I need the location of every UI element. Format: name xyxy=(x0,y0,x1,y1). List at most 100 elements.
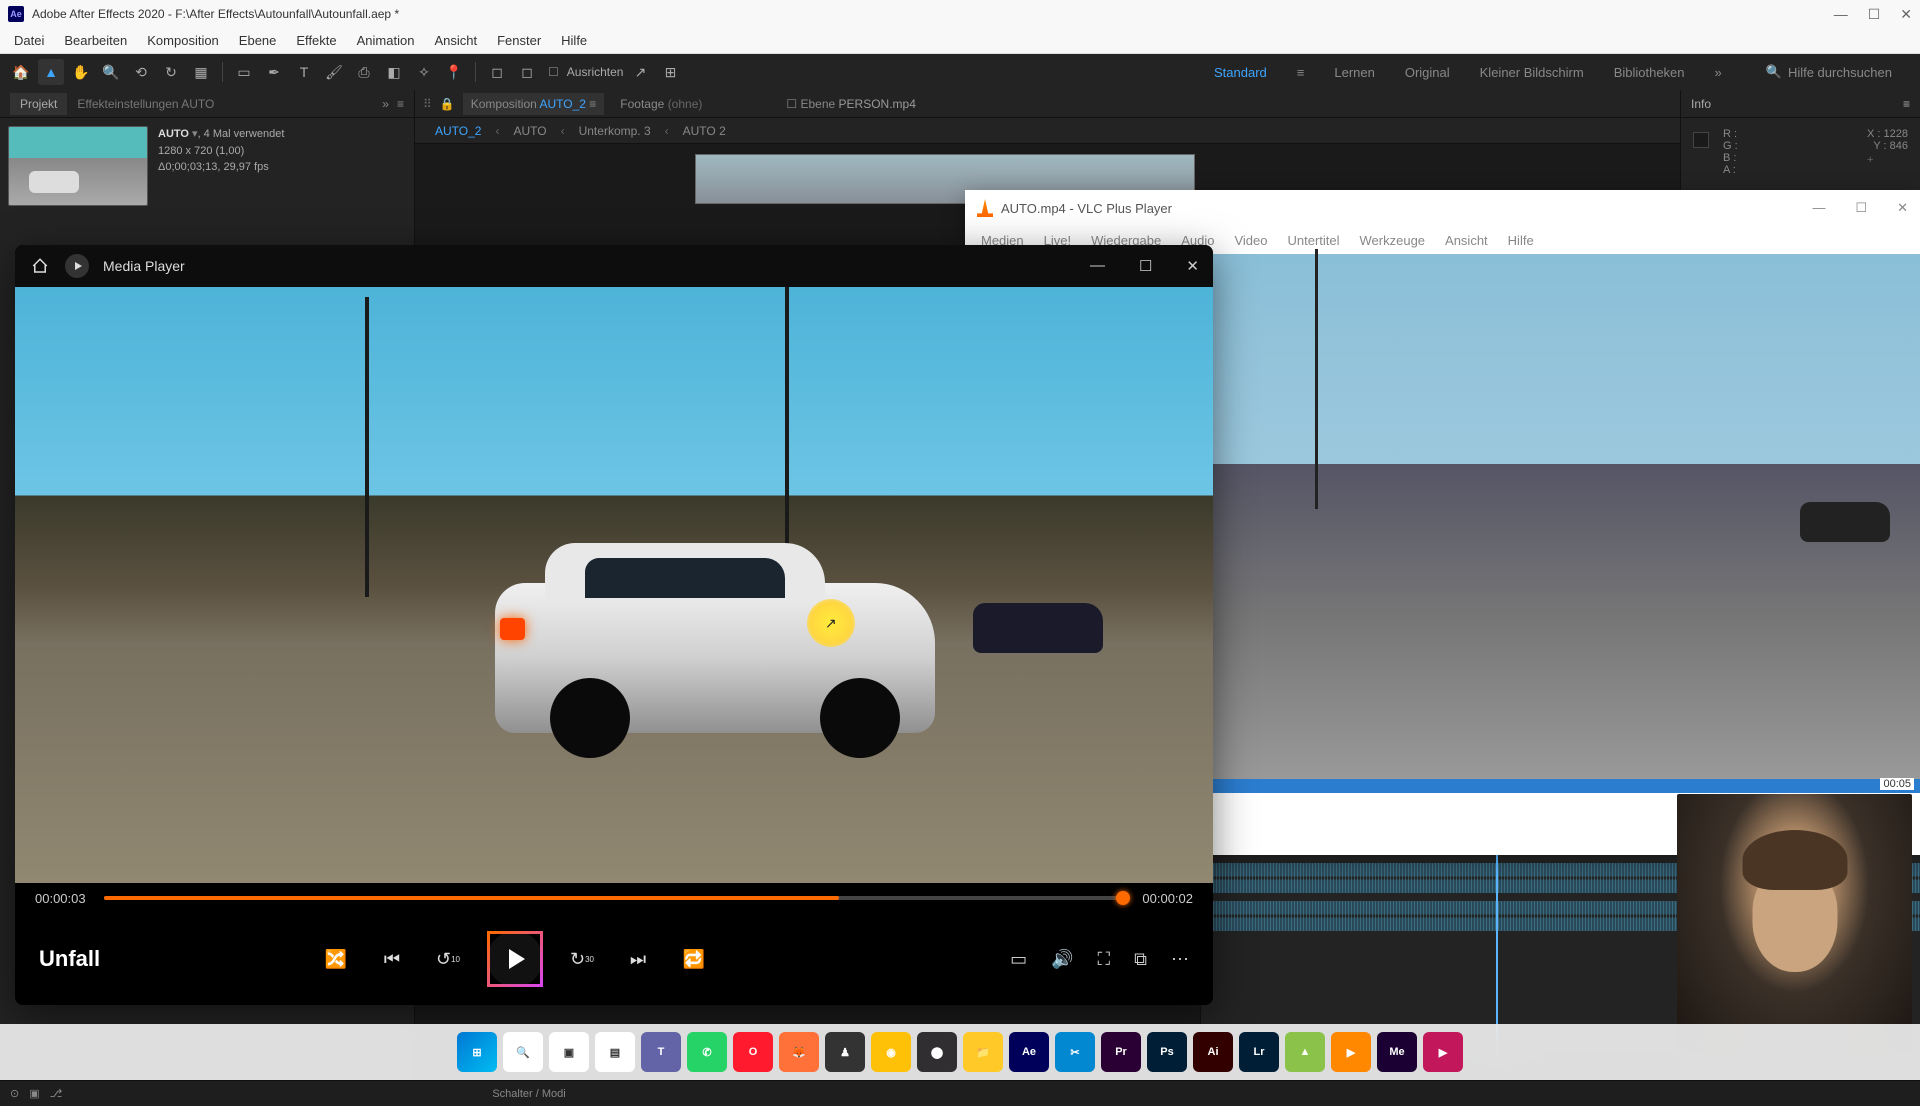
subtitles-button[interactable]: ▭ xyxy=(1010,949,1027,970)
taskbar-whatsapp[interactable]: ✆ xyxy=(687,1032,727,1072)
mp-maximize-button[interactable]: ☐ xyxy=(1139,257,1152,275)
schalter-modi-label[interactable]: Schalter / Modi xyxy=(492,1088,565,1100)
workspace-original[interactable]: Original xyxy=(1405,65,1450,80)
ae-menu-bearbeiten[interactable]: Bearbeiten xyxy=(54,33,137,48)
project-item[interactable]: AUTO ▾, 4 Mal verwendet 1280 x 720 (1,00… xyxy=(0,118,414,214)
workspace-klein[interactable]: Kleiner Bildschirm xyxy=(1480,65,1584,80)
vlc-menu-untertitel[interactable]: Untertitel xyxy=(1277,233,1349,248)
ausrichten-toggle[interactable]: Ausrichten xyxy=(567,65,624,79)
camera-tool[interactable]: ▦ xyxy=(188,59,214,85)
ae-menu-effekte[interactable]: Effekte xyxy=(286,33,346,48)
roto-tool[interactable]: ✧ xyxy=(411,59,437,85)
volume-button[interactable]: 🔊 xyxy=(1051,949,1073,970)
ae-menu-animation[interactable]: Animation xyxy=(347,33,425,48)
hand-tool[interactable]: ✋ xyxy=(68,59,94,85)
breadcrumb-2[interactable]: Unterkomp. 3 xyxy=(579,124,651,138)
vlc-menu-werkzeuge[interactable]: Werkzeuge xyxy=(1350,233,1436,248)
taskbar-start[interactable]: ⊞ xyxy=(457,1032,497,1072)
breadcrumb-1[interactable]: AUTO xyxy=(513,124,546,138)
ae-menu-ansicht[interactable]: Ansicht xyxy=(424,33,487,48)
more-options-button[interactable]: ⋯ xyxy=(1171,949,1189,970)
lock-icon[interactable]: 🔒 xyxy=(440,97,455,111)
mp-video-area[interactable] xyxy=(15,287,1213,883)
rotate-tool[interactable]: ↻ xyxy=(158,59,184,85)
taskbar-firefox[interactable]: 🦊 xyxy=(779,1032,819,1072)
ae-titlebar[interactable]: Ae Adobe After Effects 2020 - F:\After E… xyxy=(0,0,1920,28)
home-tool[interactable]: 🏠 xyxy=(8,59,34,85)
taskbar-vlc[interactable]: ▶ xyxy=(1331,1032,1371,1072)
mini-player-button[interactable]: ⧉ xyxy=(1134,949,1147,970)
taskbar-teams[interactable]: T xyxy=(641,1032,681,1072)
pen-tool[interactable]: ✒ xyxy=(261,59,287,85)
taskbar-search[interactable]: 🔍 xyxy=(503,1032,543,1072)
ae-menu-hilfe[interactable]: Hilfe xyxy=(551,33,597,48)
vlc-minimize-button[interactable]: — xyxy=(1812,200,1825,216)
panel-chevron-icon[interactable]: » xyxy=(382,97,389,111)
taskbar-app4[interactable]: ▲ xyxy=(1285,1032,1325,1072)
taskbar-opera[interactable]: O xyxy=(733,1032,773,1072)
snap-tool[interactable]: ↗ xyxy=(627,59,653,85)
comp-tab[interactable]: Komposition AUTO_2 ≡ xyxy=(463,93,605,115)
ae-help-search[interactable]: 🔍 Hilfe durchsuchen xyxy=(1766,64,1892,80)
taskbar-lightroom[interactable]: Lr xyxy=(1239,1032,1279,1072)
ae-menu-fenster[interactable]: Fenster xyxy=(487,33,551,48)
selection-tool[interactable]: ▲ xyxy=(38,59,64,85)
taskbar-illustrator[interactable]: Ai xyxy=(1193,1032,1233,1072)
workspace-more-icon[interactable]: » xyxy=(1715,65,1722,80)
taskbar-mediaplayer[interactable]: ▶ xyxy=(1423,1032,1463,1072)
next-track-button[interactable]: ⏭ xyxy=(621,942,655,976)
workspace-lernen[interactable]: Lernen xyxy=(1334,65,1374,80)
footage-tab[interactable]: Footage (ohne) xyxy=(612,93,710,115)
zoom-tool[interactable]: 🔍 xyxy=(98,59,124,85)
ae-menu-ebene[interactable]: Ebene xyxy=(229,33,287,48)
taskbar-premiere[interactable]: Pr xyxy=(1101,1032,1141,1072)
repeat-button[interactable]: 🔁 xyxy=(677,942,711,976)
orbit-tool[interactable]: ⟲ xyxy=(128,59,154,85)
shape-fill[interactable]: ◻ xyxy=(484,59,510,85)
toggle-icon[interactable]: ⊙ xyxy=(10,1087,19,1100)
effect-settings-tab[interactable]: Effekteinstellungen AUTO xyxy=(67,93,224,115)
prev-track-button[interactable]: ⏮ xyxy=(375,942,409,976)
mp-seekbar[interactable] xyxy=(104,896,1125,900)
ae-menu-komposition[interactable]: Komposition xyxy=(137,33,229,48)
taskbar-app3[interactable]: ✂ xyxy=(1055,1032,1095,1072)
snap-tool2[interactable]: ⊞ xyxy=(657,59,683,85)
taskbar-taskview[interactable]: ▣ xyxy=(549,1032,589,1072)
taskbar-widgets[interactable]: ▤ xyxy=(595,1032,635,1072)
taskbar-obs[interactable]: ⬤ xyxy=(917,1032,957,1072)
play-button[interactable] xyxy=(487,931,543,987)
taskbar-app1[interactable]: ♟ xyxy=(825,1032,865,1072)
vlc-maximize-button[interactable]: ☐ xyxy=(1855,200,1867,216)
taskbar-photoshop[interactable]: Ps xyxy=(1147,1032,1187,1072)
taskbar-ae[interactable]: Ae xyxy=(1009,1032,1049,1072)
puppet-tool[interactable]: 📍 xyxy=(441,59,467,85)
vlc-menu-hilfe[interactable]: Hilfe xyxy=(1498,233,1544,248)
brush-tool[interactable]: 🖌 xyxy=(321,59,347,85)
toggle-icon[interactable]: ⎇ xyxy=(50,1087,63,1100)
panel-grip-icon[interactable]: ⠿ xyxy=(423,97,432,111)
vlc-close-button[interactable]: ✕ xyxy=(1897,200,1908,216)
skip-forward-button[interactable]: ↻30 xyxy=(565,942,599,976)
taskbar-mediaencoder[interactable]: Me xyxy=(1377,1032,1417,1072)
skip-back-button[interactable]: ↺10 xyxy=(431,942,465,976)
rect-tool[interactable]: ▭ xyxy=(231,59,257,85)
clone-tool[interactable]: ⎙ xyxy=(351,59,377,85)
breadcrumb-3[interactable]: AUTO 2 xyxy=(683,124,726,138)
workspace-biblio[interactable]: Bibliotheken xyxy=(1614,65,1685,80)
mp-minimize-button[interactable]: — xyxy=(1090,257,1105,275)
info-tab[interactable]: Info xyxy=(1691,97,1711,111)
vlc-menu-ansicht[interactable]: Ansicht xyxy=(1435,233,1498,248)
shape-stroke[interactable]: ◻ xyxy=(514,59,540,85)
ae-minimize-button[interactable]: — xyxy=(1834,6,1848,23)
vlc-titlebar[interactable]: AUTO.mp4 - VLC Plus Player — ☐ ✕ xyxy=(965,190,1920,226)
panel-menu-icon[interactable]: ≡ xyxy=(397,97,404,111)
shuffle-button[interactable]: 🔀 xyxy=(319,942,353,976)
toggle-icon[interactable]: ▣ xyxy=(29,1087,39,1100)
breadcrumb-0[interactable]: AUTO_2 xyxy=(435,124,481,138)
project-tab[interactable]: Projekt xyxy=(10,93,67,115)
mp-close-button[interactable]: ✕ xyxy=(1186,257,1199,275)
text-tool[interactable]: T xyxy=(291,59,317,85)
ae-close-button[interactable]: ✕ xyxy=(1900,6,1912,23)
ebene-tab[interactable]: ☐ Ebene PERSON.mp4 xyxy=(778,93,924,115)
ae-maximize-button[interactable]: ☐ xyxy=(1868,6,1881,23)
